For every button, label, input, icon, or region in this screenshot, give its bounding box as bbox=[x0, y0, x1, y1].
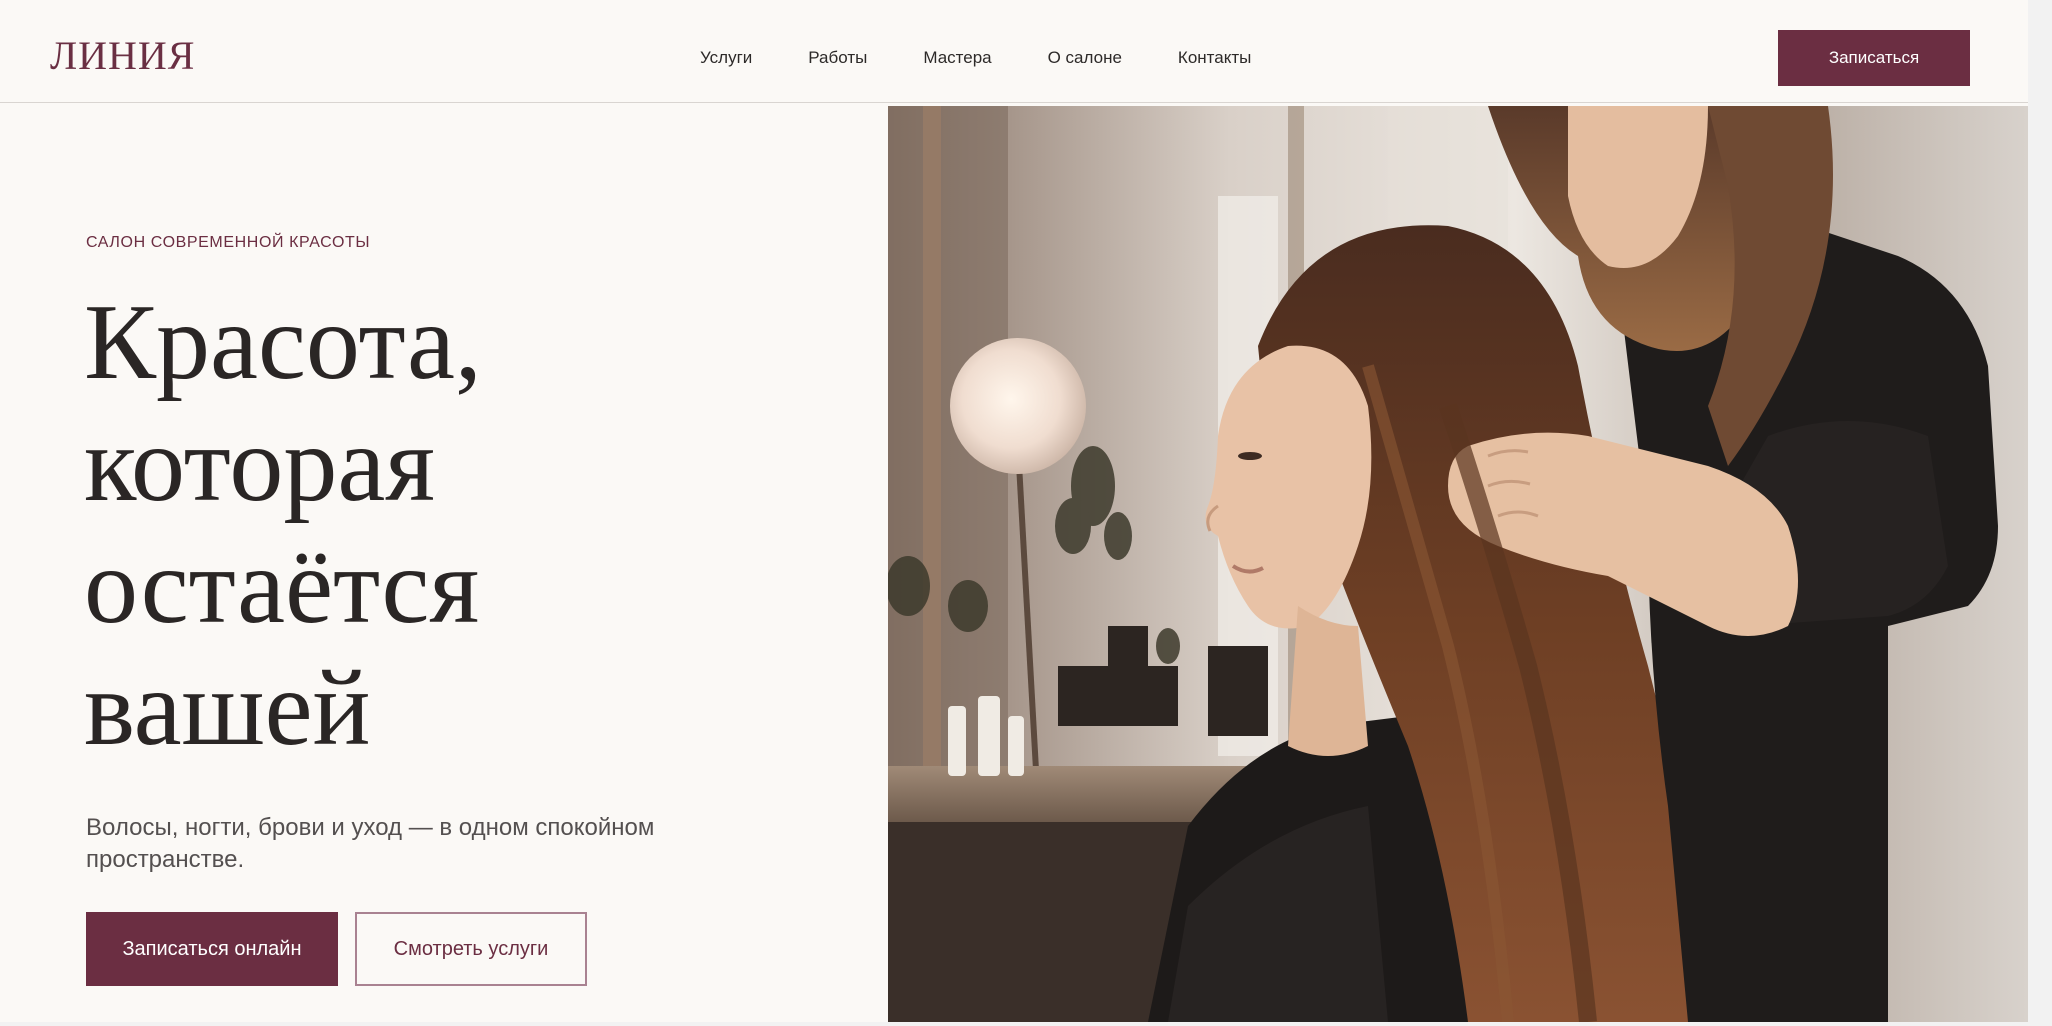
nav-item-contacts[interactable]: Контакты bbox=[1178, 48, 1251, 68]
nav-item-masters[interactable]: Мастера bbox=[923, 48, 991, 68]
headline-line: вашей bbox=[84, 649, 371, 768]
salon-photo-icon bbox=[888, 106, 2028, 1022]
headline-line: Красота, bbox=[84, 283, 482, 402]
site-header: ЛИНИЯ Услуги Работы Мастера О салоне Кон… bbox=[0, 14, 2028, 103]
nav-item-about[interactable]: О салоне bbox=[1048, 48, 1122, 68]
logo[interactable]: ЛИНИЯ bbox=[50, 32, 195, 79]
nav-item-works[interactable]: Работы bbox=[808, 48, 867, 68]
hero-subtitle: Волосы, ногти, брови и уход — в одном сп… bbox=[86, 814, 655, 873]
book-online-button[interactable]: Записаться онлайн bbox=[86, 912, 338, 986]
headline-line: остаётся bbox=[84, 527, 480, 646]
nav-item-services[interactable]: Услуги bbox=[700, 48, 752, 68]
landing-page: ЛИНИЯ Услуги Работы Мастера О салоне Кон… bbox=[0, 0, 2028, 1022]
main-nav: Услуги Работы Мастера О салоне Контакты bbox=[700, 14, 1307, 102]
hero-kicker: САЛОН СОВРЕМЕННОЙ КРАСОТЫ bbox=[86, 234, 371, 251]
book-button[interactable]: Записаться bbox=[1778, 30, 1970, 86]
view-services-button[interactable]: Смотреть услуги bbox=[355, 912, 587, 986]
headline-line: которая bbox=[84, 405, 435, 524]
hero-headline: Красота, которая остаётся вашей bbox=[84, 282, 482, 770]
